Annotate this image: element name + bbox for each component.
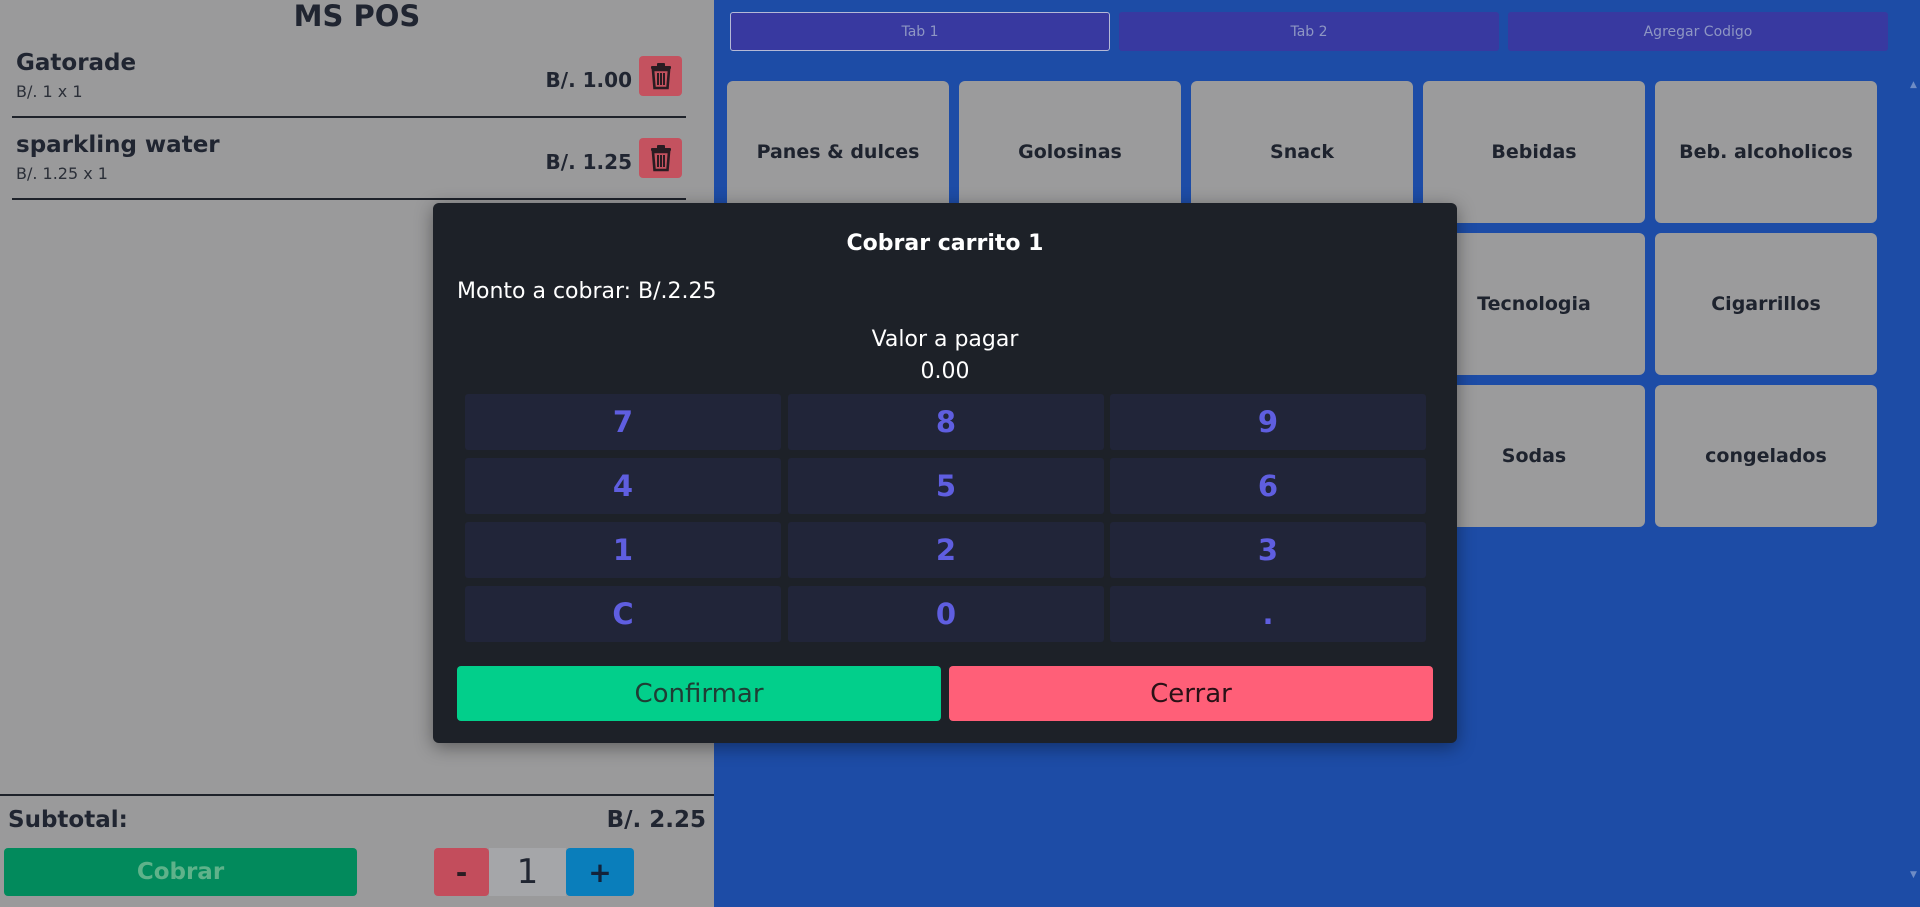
category-beb-alcoholicos[interactable]: Beb. alcoholicos [1655,81,1877,223]
delete-item-button[interactable] [639,138,682,178]
keypad-0[interactable]: 0 [788,586,1104,642]
keypad-8[interactable]: 8 [788,394,1104,450]
pay-label: Valor a pagar [871,327,1019,352]
app-title: MS POS [293,0,421,33]
cart-item[interactable]: Gatorade B/. 1 x 1 B/. 1.00 [12,46,686,118]
category-congelados[interactable]: congelados [1655,385,1877,527]
scrollbar[interactable]: ▲ ▼ [1910,80,1920,880]
scroll-up-icon[interactable]: ▲ [1910,80,1917,90]
decrement-button[interactable]: - [434,848,489,896]
keypad-9[interactable]: 9 [1110,394,1426,450]
keypad-4[interactable]: 4 [465,458,781,514]
category-cigarrillos[interactable]: Cigarrillos [1655,233,1877,375]
tab-1[interactable]: Tab 1 [730,12,1110,51]
keypad-5[interactable]: 5 [788,458,1104,514]
category-panes-dulces[interactable]: Panes & dulces [727,81,949,223]
payment-modal: Cobrar carrito 1 Monto a cobrar: B/.2.25… [433,203,1457,743]
cart-item-qty: B/. 1 x 1 [16,82,83,101]
close-button[interactable]: Cerrar [949,666,1433,721]
keypad-6[interactable]: 6 [1110,458,1426,514]
confirm-button[interactable]: Confirmar [457,666,941,721]
keypad-1[interactable]: 1 [465,522,781,578]
category-bebidas[interactable]: Bebidas [1423,81,1645,223]
subtotal-value: B/. 2.25 [606,807,706,833]
cart-item[interactable]: sparkling water B/. 1.25 x 1 B/. 1.25 [12,128,686,200]
cart-item-price: B/. 1.00 [545,68,632,92]
keypad-3[interactable]: 3 [1110,522,1426,578]
trash-icon [650,63,671,90]
cart-item-name: Gatorade [16,50,137,76]
keypad-2[interactable]: 2 [788,522,1104,578]
cart-item-name: sparkling water [16,132,220,158]
category-golosinas[interactable]: Golosinas [959,81,1181,223]
cart-item-qty: B/. 1.25 x 1 [16,164,108,183]
amount-due: Monto a cobrar: B/.2.25 [457,279,717,304]
cart-item-price: B/. 1.25 [545,150,632,174]
tab-agregar-codigo[interactable]: Agregar Codigo [1508,12,1888,51]
delete-item-button[interactable] [639,56,682,96]
quantity-value: 1 [489,848,566,896]
category-snack[interactable]: Snack [1191,81,1413,223]
keypad-7[interactable]: 7 [465,394,781,450]
increment-button[interactable]: + [566,848,634,896]
scroll-down-icon[interactable]: ▼ [1910,870,1917,880]
cobrar-button[interactable]: Cobrar [4,848,357,896]
tab-2[interactable]: Tab 2 [1119,12,1499,51]
subtotal-divider [0,794,714,796]
keypad-clear[interactable]: C [465,586,781,642]
keypad-decimal[interactable]: . [1110,586,1426,642]
trash-icon [650,145,671,172]
subtotal-label: Subtotal: [8,807,128,833]
pay-value: 0.00 [920,359,970,384]
modal-title: Cobrar carrito 1 [846,231,1044,256]
